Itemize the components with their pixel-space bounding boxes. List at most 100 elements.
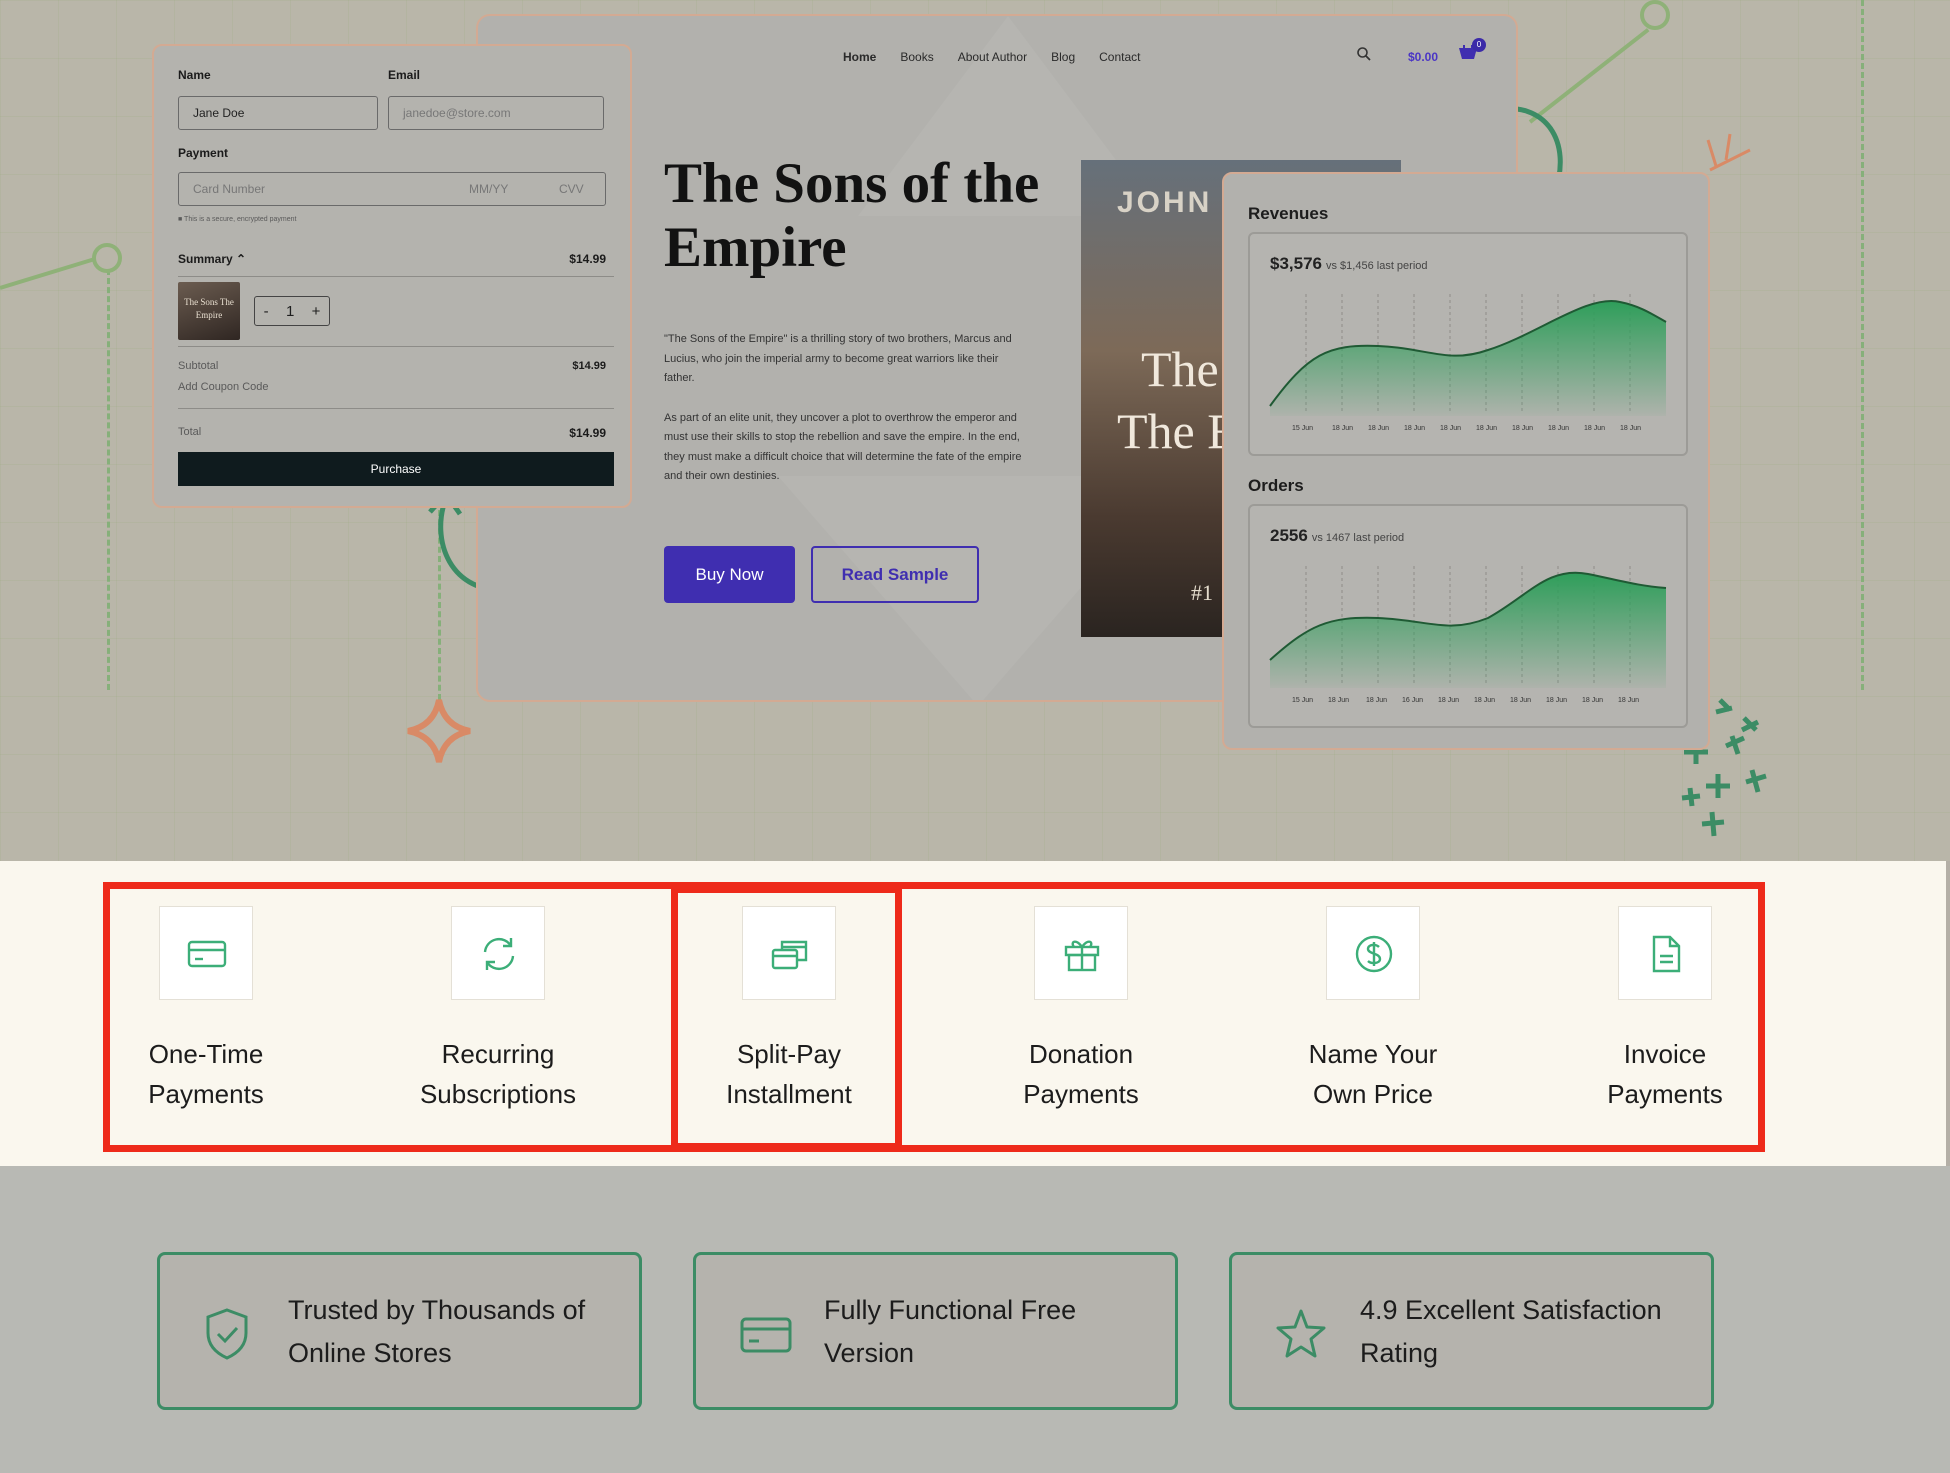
summary-price: $14.99 <box>569 252 606 266</box>
card-number-field[interactable]: Card Number MM/YY CVV <box>178 172 606 206</box>
secure-note: ■ This is a secure, encrypted payment <box>178 216 297 223</box>
x-tick-label: 18 Jun <box>1512 425 1533 432</box>
subtotal-label: Subtotal <box>178 360 219 372</box>
nav-home[interactable]: Home <box>843 50 876 64</box>
chevron-up-icon: ⌃ <box>236 252 247 266</box>
revenues-ticks: 15 Jun 18 Jun 18 Jun 18 Jun 18 Jun 18 Ju… <box>1292 425 1641 432</box>
product-thumbnail: The Sons The Empire <box>178 282 240 340</box>
name-field[interactable]: Jane Doe <box>178 96 378 130</box>
x-tick-label: 18 Jun <box>1368 425 1389 432</box>
x-tick-label: 18 Jun <box>1404 425 1425 432</box>
x-tick-label: 15 Jun <box>1292 697 1313 704</box>
total-label: Total <box>178 426 202 438</box>
shield-check-icon <box>206 1308 248 1360</box>
description-paragraph: As part of an elite unit, they uncover a… <box>664 411 1022 483</box>
book-description: "The Sons of the Empire" is a thrilling … <box>664 330 1024 487</box>
highlight-box-split-pay <box>671 886 902 1150</box>
decorative-dashed-line <box>1861 0 1864 690</box>
revenues-value: $3,576 <box>1270 254 1322 273</box>
analytics-card: Revenues $3,576 vs $1,456 last period 15 … <box>1222 172 1710 750</box>
store-nav: Home Books About Author Blog Contact <box>843 50 1140 64</box>
x-tick-label: 18 Jun <box>1440 425 1461 432</box>
revenues-area-chart: 15 Jun 18 Jun 18 Jun 18 Jun 18 Jun 18 Ju… <box>1269 294 1667 432</box>
buy-now-button[interactable]: Buy Now <box>664 546 795 603</box>
x-tick-label: 16 Jun <box>1402 697 1423 704</box>
nav-books[interactable]: Books <box>900 50 933 64</box>
coupon-link[interactable]: Add Coupon Code <box>178 381 269 393</box>
x-tick-label: 18 Jun <box>1438 697 1459 704</box>
summary-toggle[interactable]: Summary ⌃ <box>178 252 246 266</box>
trust-card-free-version: Fully Functional Free Version <box>693 1252 1178 1410</box>
decrement-button[interactable]: - <box>264 303 269 320</box>
nav-about-author[interactable]: About Author <box>958 50 1027 64</box>
secure-note-text: This is a secure, encrypted payment <box>184 216 297 223</box>
orders-area-chart: 15 Jun 18 Jun 18 Jun 16 Jun 18 Jun 18 Ju… <box>1269 566 1667 704</box>
quantity-value: 1 <box>285 302 295 320</box>
x-tick-label: 18 Jun <box>1620 425 1641 432</box>
email-label: Email <box>388 68 421 82</box>
search-icon[interactable] <box>1356 46 1372 62</box>
trust-card-stores: Trusted by Thousands of Online Stores <box>157 1252 642 1410</box>
orders-chart: 2556 vs 1467 last period 15 Jun 18 Jun 18… <box>1248 504 1688 728</box>
divider <box>178 276 614 277</box>
x-tick-label: 15 Jun <box>1292 425 1313 432</box>
read-sample-button[interactable]: Read Sample <box>811 546 979 603</box>
x-tick-label: 18 Jun <box>1476 425 1497 432</box>
divider <box>178 408 614 409</box>
x-tick-label: 18 Jun <box>1584 425 1605 432</box>
nav-contact[interactable]: Contact <box>1099 50 1140 64</box>
card-number-placeholder: Card Number <box>193 182 266 196</box>
x-tick-label: 18 Jun <box>1548 425 1569 432</box>
orders-ticks: 15 Jun 18 Jun 18 Jun 16 Jun 18 Jun 18 Ju… <box>1292 697 1639 704</box>
highlight-box-all-features <box>103 882 1765 1152</box>
x-tick-label: 18 Jun <box>1618 697 1639 704</box>
revenues-compare: vs $1,456 last period <box>1326 260 1428 272</box>
orders-value: 2556 <box>1270 526 1308 545</box>
expiry-placeholder: MM/YY <box>469 182 509 196</box>
cart-total[interactable]: $0.00 <box>1408 50 1438 64</box>
cart-count-badge: 0 <box>1472 38 1486 52</box>
cvv-placeholder: CVV <box>559 182 584 196</box>
trust-text: 4.9 Excellent Satisfaction Rating <box>1360 1295 1662 1368</box>
cover-title-line: The <box>1141 341 1219 397</box>
x-tick-label: 18 Jun <box>1328 697 1349 704</box>
x-tick-label: 18 Jun <box>1366 697 1387 704</box>
checkout-card: Name Email Jane Doe janedoe@store.com Pa… <box>152 44 632 508</box>
subtotal-value: $14.99 <box>572 360 606 372</box>
x-tick-label: 18 Jun <box>1332 425 1353 432</box>
trust-card-rating: 4.9 Excellent Satisfaction Rating <box>1229 1252 1714 1410</box>
decorative-ring <box>92 243 122 273</box>
orders-value-row: 2556 vs 1467 last period <box>1270 526 1404 546</box>
book-title: The Sons of the Empire <box>664 152 1040 279</box>
decorative-dashed-line <box>107 260 110 690</box>
cover-title-line: The E <box>1117 403 1238 459</box>
revenues-title: Revenues <box>1248 204 1329 223</box>
summary-label: Summary <box>178 252 233 266</box>
decorative-ring <box>1640 0 1670 30</box>
x-tick-label: 18 Jun <box>1474 697 1495 704</box>
x-tick-label: 18 Jun <box>1510 697 1531 704</box>
description-paragraph: "The Sons of the Empire" is a thrilling … <box>664 333 1012 384</box>
x-tick-label: 18 Jun <box>1546 697 1567 704</box>
x-tick-label: 18 Jun <box>1582 697 1603 704</box>
cover-badge: #1 <box>1191 580 1213 605</box>
trust-text: Trusted by Thousands of Online Stores <box>288 1295 586 1368</box>
revenues-value-row: $3,576 vs $1,456 last period <box>1270 254 1428 274</box>
orders-compare: vs 1467 last period <box>1311 532 1405 544</box>
band-edge <box>1946 861 1950 1166</box>
credit-card-icon <box>740 1317 792 1353</box>
sparkle-icon <box>407 699 471 763</box>
revenues-chart: $3,576 vs $1,456 last period 15 Jun 18 Ju… <box>1248 232 1688 456</box>
nav-blog[interactable]: Blog <box>1051 50 1075 64</box>
star-icon <box>1276 1309 1326 1358</box>
total-value: $14.99 <box>569 426 606 440</box>
name-label: Name <box>178 68 211 82</box>
email-field[interactable]: janedoe@store.com <box>388 96 604 130</box>
divider <box>178 346 614 347</box>
increment-button[interactable]: + <box>312 303 321 320</box>
cover-author: JOHN <box>1117 186 1213 219</box>
quantity-stepper[interactable]: - 1 + <box>254 296 330 326</box>
purchase-button[interactable]: Purchase <box>178 452 614 486</box>
orders-title: Orders <box>1248 476 1304 495</box>
trust-text: Fully Functional Free Version <box>824 1295 1077 1368</box>
